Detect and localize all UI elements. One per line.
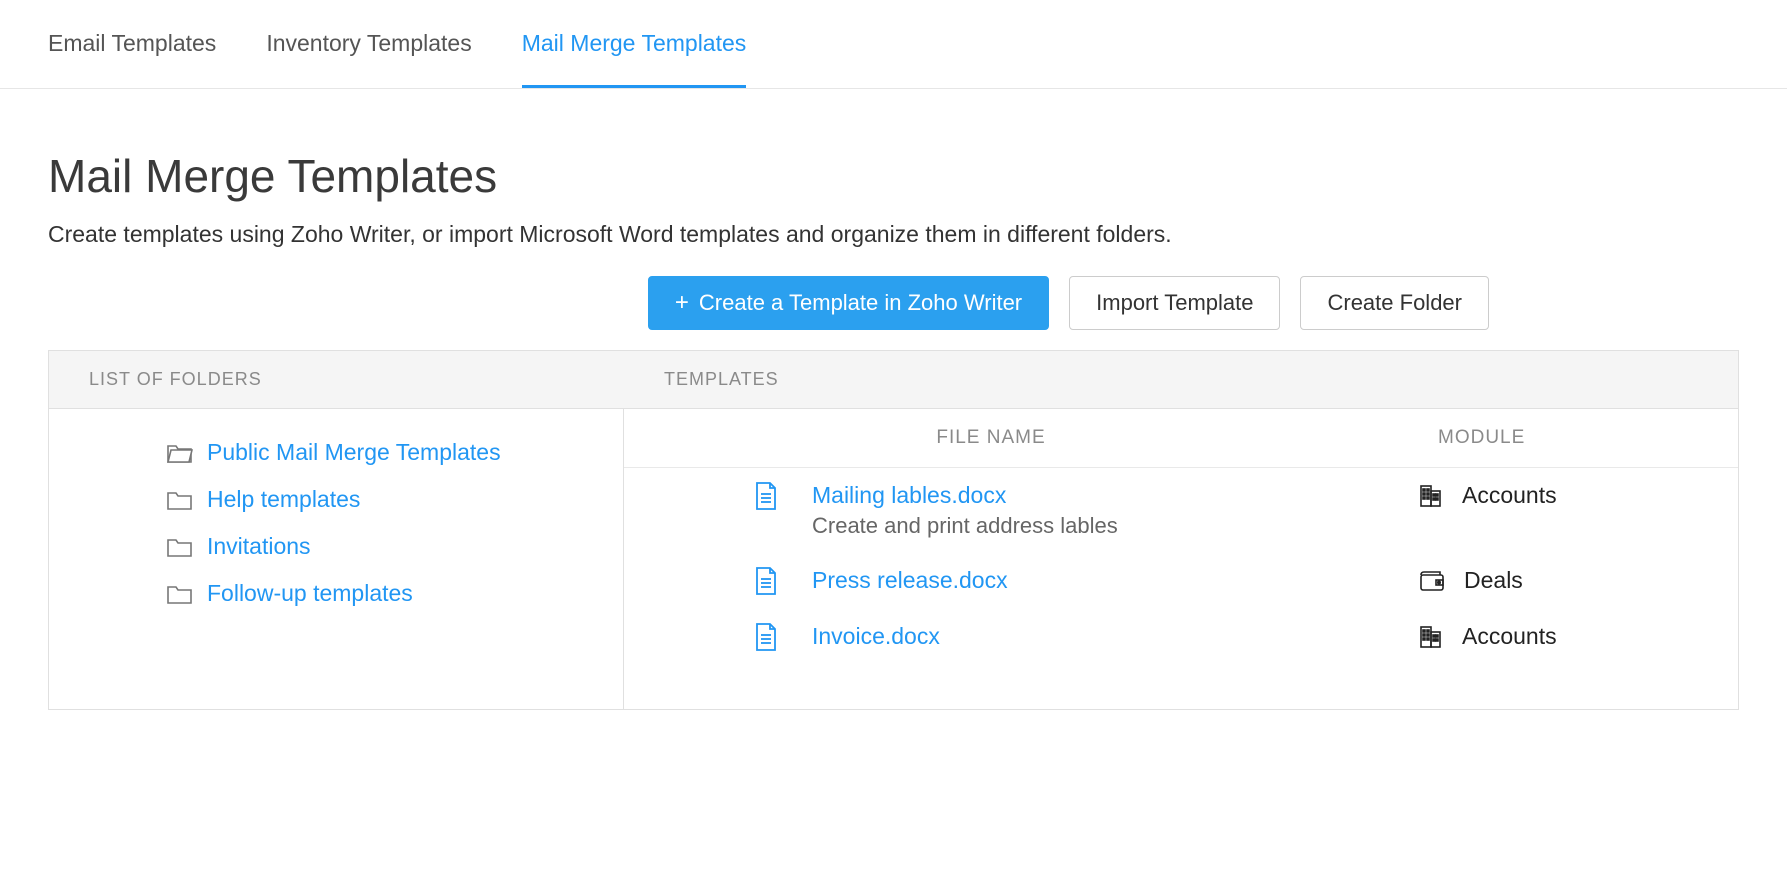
template-row: Press release.docx Deals [624, 553, 1738, 609]
wallet-icon [1418, 569, 1446, 593]
file-cell: Mailing lables.docx Create and print add… [624, 482, 1358, 539]
folder-label: Public Mail Merge Templates [207, 439, 501, 466]
folder-open-icon [167, 442, 193, 464]
action-bar: + Create a Template in Zoho Writer Impor… [48, 276, 1739, 330]
file-cell: Press release.docx [624, 567, 1358, 595]
document-icon [754, 623, 778, 651]
file-name-link[interactable]: Invoice.docx [812, 623, 940, 650]
module-label: Accounts [1462, 623, 1557, 650]
col-header-module: MODULE [1358, 427, 1738, 449]
folder-label: Help templates [207, 486, 360, 513]
module-cell: Accounts [1358, 482, 1738, 509]
plus-icon: + [675, 291, 689, 315]
folder-item-invitations[interactable]: Invitations [49, 523, 623, 570]
module-label: Deals [1464, 567, 1523, 594]
folder-item-followup[interactable]: Follow-up templates [49, 570, 623, 617]
tab-email-templates[interactable]: Email Templates [48, 30, 216, 88]
templates-pane: FILE NAME MODULE [624, 409, 1738, 709]
file-description: Create and print address lables [812, 513, 1118, 539]
template-row: Mailing lables.docx Create and print add… [624, 468, 1738, 553]
module-cell: Accounts [1358, 623, 1738, 650]
col-header-templates: TEMPLATES [624, 351, 1738, 408]
create-folder-button[interactable]: Create Folder [1300, 276, 1489, 330]
module-label: Accounts [1462, 482, 1557, 509]
document-icon [754, 567, 778, 595]
import-template-label: Import Template [1096, 290, 1253, 316]
building-icon [1418, 483, 1444, 509]
folder-item-help[interactable]: Help templates [49, 476, 623, 523]
folder-icon [167, 536, 193, 558]
page-description: Create templates using Zoho Writer, or i… [48, 221, 1739, 248]
table-header-row: LIST OF FOLDERS TEMPLATES [49, 351, 1738, 409]
folder-label: Follow-up templates [207, 580, 413, 607]
content-area: Mail Merge Templates Create templates us… [0, 89, 1787, 750]
file-cell: Invoice.docx [624, 623, 1358, 651]
tab-inventory-templates[interactable]: Inventory Templates [266, 30, 471, 88]
import-template-button[interactable]: Import Template [1069, 276, 1280, 330]
create-template-writer-button[interactable]: + Create a Template in Zoho Writer [648, 276, 1049, 330]
building-icon [1418, 624, 1444, 650]
tab-mail-merge-templates[interactable]: Mail Merge Templates [522, 30, 747, 88]
file-text: Press release.docx [812, 567, 1008, 594]
folder-icon [167, 583, 193, 605]
templates-table: LIST OF FOLDERS TEMPLATES Public Mail Me… [48, 350, 1739, 710]
folders-pane: Public Mail Merge Templates Help templat… [49, 409, 624, 709]
page-title: Mail Merge Templates [48, 149, 1739, 203]
tabs-bar: Email Templates Inventory Templates Mail… [0, 0, 1787, 89]
folder-item-public[interactable]: Public Mail Merge Templates [49, 429, 623, 476]
create-template-writer-label: Create a Template in Zoho Writer [699, 290, 1022, 316]
file-name-link[interactable]: Mailing lables.docx [812, 482, 1118, 509]
folder-icon [167, 489, 193, 511]
document-icon [754, 482, 778, 510]
create-folder-label: Create Folder [1327, 290, 1462, 316]
folder-label: Invitations [207, 533, 311, 560]
template-row: Invoice.docx [624, 609, 1738, 665]
col-header-folders: LIST OF FOLDERS [49, 351, 624, 408]
file-name-link[interactable]: Press release.docx [812, 567, 1008, 594]
file-text: Invoice.docx [812, 623, 940, 650]
col-header-filename: FILE NAME [624, 427, 1358, 449]
table-body: Public Mail Merge Templates Help templat… [49, 409, 1738, 709]
module-cell: Deals [1358, 567, 1738, 594]
file-text: Mailing lables.docx Create and print add… [812, 482, 1118, 539]
templates-subheader: FILE NAME MODULE [624, 409, 1738, 468]
